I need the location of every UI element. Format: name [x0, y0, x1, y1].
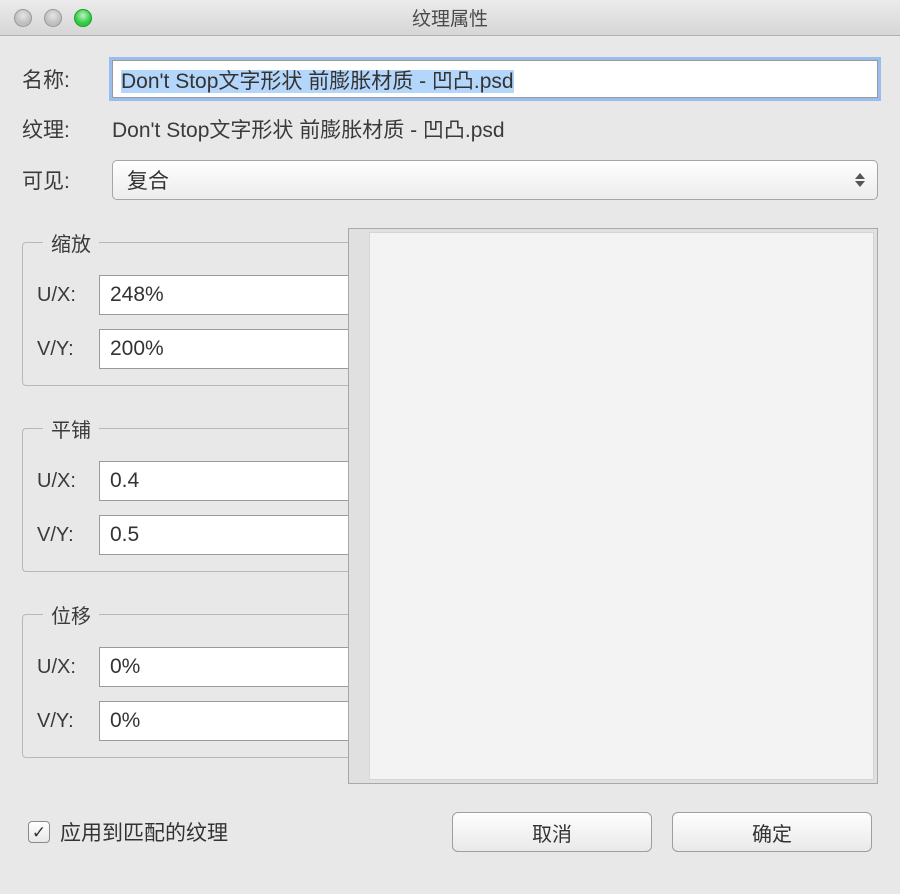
window-controls [0, 9, 92, 27]
apply-matching-checkbox[interactable]: ✓ 应用到匹配的纹理 [28, 817, 228, 847]
ok-button-label: 确定 [752, 818, 792, 847]
tile-vy-label: V/Y: [37, 524, 89, 547]
texture-preview [348, 228, 878, 784]
dropdown-arrows-icon [855, 173, 865, 187]
zoom-window-icon[interactable] [74, 9, 92, 27]
offset-vy-label: V/Y: [37, 710, 89, 733]
texture-label: 纹理: [22, 114, 112, 144]
scale-vy-label: V/Y: [37, 338, 89, 361]
name-input[interactable]: Don't Stop文字形状 前膨胀材质 - 凹凸.psd [112, 60, 878, 98]
cancel-button-label: 取消 [532, 818, 572, 847]
name-input-text: Don't Stop文字形状 前膨胀材质 - 凹凸.psd [121, 70, 514, 93]
cancel-button[interactable]: 取消 [452, 812, 652, 852]
tile-legend: 平铺 [43, 414, 99, 443]
scale-ux-label: U/X: [37, 284, 89, 307]
tile-ux-label: U/X: [37, 470, 89, 493]
ok-button[interactable]: 确定 [672, 812, 872, 852]
minimize-window-icon[interactable] [44, 9, 62, 27]
visible-dropdown-value: 复合 [127, 165, 169, 195]
offset-ux-label: U/X: [37, 656, 89, 679]
offset-legend: 位移 [43, 600, 99, 629]
visible-label: 可见: [22, 165, 112, 195]
window-title: 纹理属性 [0, 4, 900, 31]
apply-matching-label: 应用到匹配的纹理 [60, 817, 228, 847]
texture-value: Don't Stop文字形状 前膨胀材质 - 凹凸.psd [112, 112, 878, 146]
close-window-icon[interactable] [14, 9, 32, 27]
titlebar: 纹理属性 [0, 0, 900, 36]
dialog-content: 名称: Don't Stop文字形状 前膨胀材质 - 凹凸.psd 纹理: Do… [0, 36, 900, 870]
checkmark-icon: ✓ [32, 824, 46, 841]
visible-dropdown[interactable]: 复合 [112, 160, 878, 200]
name-label: 名称: [22, 64, 112, 94]
scale-legend: 缩放 [43, 228, 99, 257]
texture-preview-canvas [369, 232, 874, 780]
checkbox-box: ✓ [28, 821, 50, 843]
